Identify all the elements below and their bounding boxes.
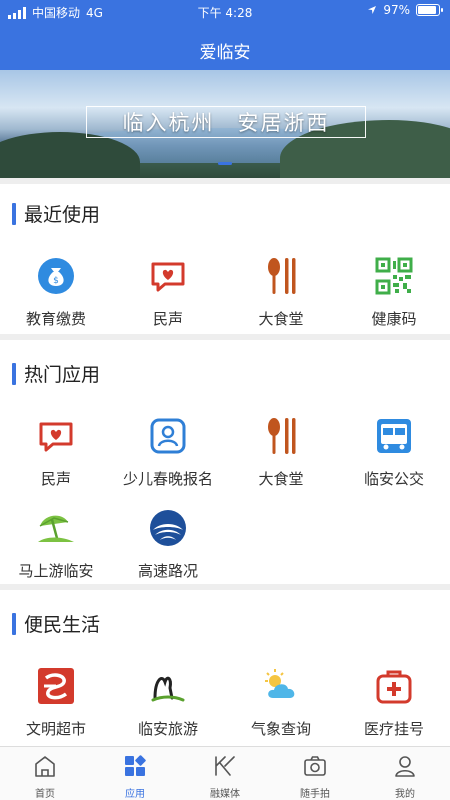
- media-icon: [215, 756, 235, 776]
- app-travel-linan[interactable]: 马上游临安: [0, 508, 112, 581]
- section-title: 便民生活: [24, 614, 101, 636]
- profile-icon: [395, 756, 415, 777]
- battery-icon: [416, 4, 443, 16]
- carousel-indicator: [0, 162, 450, 165]
- app-kids-gala-signup[interactable]: 少儿春晚报名: [112, 416, 224, 489]
- battery-percent: 97%: [383, 3, 410, 17]
- section-title: 热门应用: [24, 364, 101, 386]
- tab-home[interactable]: 首页: [0, 747, 90, 800]
- app-minsheng[interactable]: 民声: [112, 256, 224, 329]
- chat-heart-icon: [39, 422, 73, 452]
- bottom-nav: 首页 应用 融媒体 随手拍 我的: [0, 746, 450, 800]
- app-edu-payment[interactable]: $ 教育缴费: [0, 256, 112, 329]
- spoon-chopsticks-icon: [268, 258, 296, 294]
- weather-icon: [265, 669, 295, 698]
- apps-icon: [125, 755, 146, 776]
- app-highway-traffic[interactable]: 高速路况: [112, 508, 224, 581]
- tab-media[interactable]: 融媒体: [180, 747, 270, 800]
- home-icon: [35, 756, 55, 777]
- header: 中国移动 4G 下午 4:28 97% 爱临安: [0, 0, 450, 70]
- tab-profile[interactable]: 我的: [360, 747, 450, 800]
- section-title: 最近使用: [24, 204, 101, 226]
- beach-umbrella-icon: [38, 515, 74, 542]
- app-civil-supermarket[interactable]: 文明超市: [0, 666, 112, 739]
- app-weather[interactable]: 气象查询: [225, 666, 337, 739]
- spoon-chopsticks-icon: [268, 418, 296, 454]
- location-arrow-icon: [368, 6, 377, 14]
- qr-code-icon: [375, 257, 413, 295]
- section-hot: 热门应用 民声 少儿春晚报名 大食堂 临安公交 马上游临安 高速路况: [0, 340, 450, 584]
- app-medical-registration[interactable]: 医疗挂号: [338, 666, 450, 739]
- app-linan-bus[interactable]: 临安公交: [338, 416, 450, 489]
- money-bag-icon: $: [38, 258, 74, 294]
- app-screen: 中国移动 4G 下午 4:28 97% 爱临安 临入杭州 安居浙西 最近使用 $…: [0, 0, 450, 800]
- tab-snapshot[interactable]: 随手拍: [270, 747, 360, 800]
- chat-heart-icon: [151, 262, 185, 292]
- supermarket-logo-icon: [38, 668, 74, 704]
- status-bar: 中国移动 4G 下午 4:28 97%: [0, 0, 450, 24]
- app-linan-tourism[interactable]: 临安旅游: [112, 666, 224, 739]
- app-minsheng[interactable]: 民声: [0, 416, 112, 489]
- section-life: 便民生活 文明超市 临安旅游 气象查询 医疗挂号: [0, 590, 450, 746]
- banner-carousel[interactable]: 临入杭州 安居浙西: [0, 70, 450, 178]
- camera-icon: [304, 756, 326, 776]
- medical-kit-icon: [376, 670, 412, 704]
- person-badge-icon: [150, 418, 186, 454]
- app-canteen[interactable]: 大食堂: [225, 416, 337, 489]
- svg-text:$: $: [53, 276, 59, 286]
- highway-logo-icon: [150, 510, 186, 546]
- app-health-code[interactable]: 健康码: [338, 256, 450, 329]
- app-canteen[interactable]: 大食堂: [225, 256, 337, 329]
- tab-apps[interactable]: 应用: [90, 747, 180, 800]
- page-title: 爱临安: [199, 43, 251, 63]
- banner-slogan: 临入杭州 安居浙西: [86, 106, 366, 138]
- bus-icon: [377, 419, 411, 453]
- tourism-logo-icon: [151, 676, 185, 702]
- section-recent: 最近使用 $ 教育缴费 民声 大食堂 健康码: [0, 184, 450, 334]
